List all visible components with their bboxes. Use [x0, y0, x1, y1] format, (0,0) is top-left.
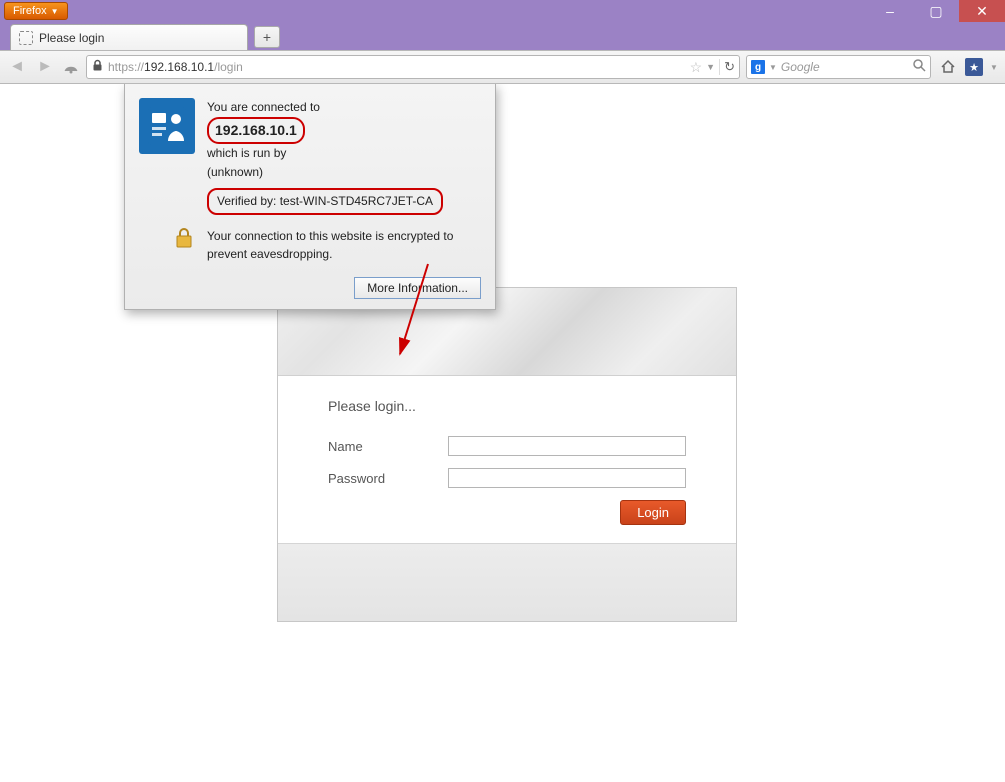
- bookmark-star-icon[interactable]: ☆: [690, 59, 703, 76]
- connection-type-icon: [62, 58, 80, 76]
- identity-runby-label: which is run by: [207, 144, 481, 163]
- window-maximize-button[interactable]: ▢: [913, 0, 959, 22]
- name-label: Name: [328, 439, 448, 454]
- url-bar[interactable]: https://192.168.10.1/login ☆ ▼ ↻: [86, 55, 740, 79]
- identity-domain: 192.168.10.1: [207, 117, 305, 143]
- identity-connected-label: You are connected to: [207, 98, 481, 117]
- dropdown-icon[interactable]: ▼: [706, 62, 715, 72]
- site-identity-popup: You are connected to 192.168.10.1 which …: [124, 84, 496, 310]
- password-label: Password: [328, 471, 448, 486]
- padlock-icon: [139, 227, 195, 249]
- engine-dropdown-icon[interactable]: ▼: [769, 63, 777, 72]
- window-close-button[interactable]: ✕: [959, 0, 1005, 22]
- new-tab-button[interactable]: +: [254, 26, 280, 48]
- window-minimize-button[interactable]: –: [867, 0, 913, 22]
- login-panel-footer: [278, 543, 736, 621]
- name-input[interactable]: [448, 436, 686, 456]
- search-box[interactable]: g ▼ Google: [746, 55, 931, 79]
- identity-passport-icon: [139, 98, 195, 154]
- login-button[interactable]: Login: [620, 500, 686, 525]
- page-content: Please login... Name Password Login You …: [0, 84, 1005, 782]
- bookmarks-button[interactable]: ★: [965, 58, 983, 76]
- tab-title: Please login: [39, 31, 104, 45]
- back-button[interactable]: ◄: [6, 56, 28, 78]
- home-button[interactable]: [937, 56, 959, 78]
- identity-org: (unknown): [207, 163, 481, 182]
- password-input[interactable]: [448, 468, 686, 488]
- login-title: Please login...: [328, 398, 686, 414]
- more-information-button[interactable]: More Information...: [354, 277, 481, 299]
- bookmarks-dropdown-icon[interactable]: ▼: [989, 56, 999, 78]
- identity-verified-by: Verified by: test-WIN-STD45RC7JET-CA: [207, 188, 443, 215]
- login-row-password: Password: [328, 468, 686, 488]
- login-row-name: Name: [328, 436, 686, 456]
- lock-icon[interactable]: [91, 59, 104, 75]
- firefox-menu-label: Firefox: [13, 5, 47, 17]
- search-engine-icon[interactable]: g: [751, 60, 765, 74]
- navigation-toolbar: ◄ ► https://192.168.10.1/login ☆ ▼ ↻ g ▼…: [0, 50, 1005, 84]
- identity-encryption-text: Your connection to this website is encry…: [207, 227, 481, 263]
- search-icon[interactable]: [913, 59, 926, 75]
- forward-button[interactable]: ►: [34, 56, 56, 78]
- firefox-menu-button[interactable]: Firefox ▼: [4, 2, 68, 20]
- url-text: https://192.168.10.1/login: [108, 60, 686, 74]
- search-placeholder: Google: [781, 60, 909, 74]
- separator: [719, 59, 720, 75]
- login-panel: Please login... Name Password Login: [277, 287, 737, 622]
- tab-loading-icon: [19, 31, 33, 45]
- chevron-down-icon: ▼: [51, 7, 59, 16]
- tab-active[interactable]: Please login: [10, 24, 248, 50]
- window-titlebar: Firefox ▼ – ▢ ✕: [0, 0, 1005, 22]
- reload-icon[interactable]: ↻: [724, 59, 735, 75]
- tab-strip: Please login +: [0, 22, 1005, 50]
